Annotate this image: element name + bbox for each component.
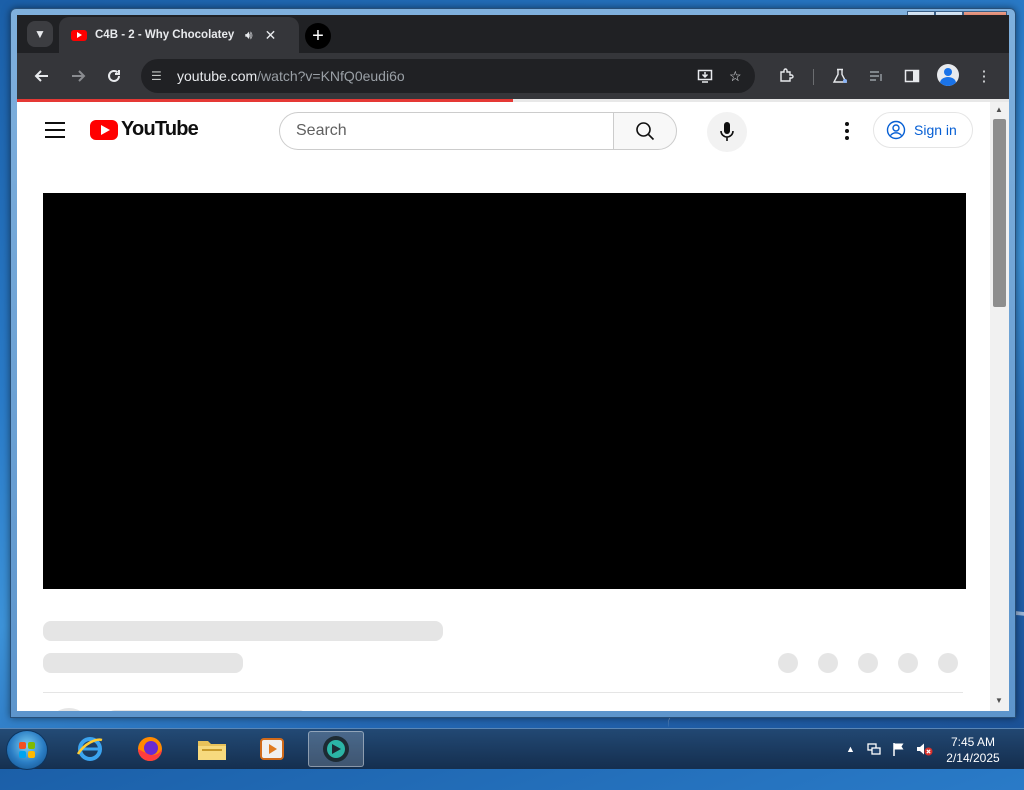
microphone-icon: [720, 122, 734, 141]
page-scrollbar[interactable]: ▲ ▼: [990, 102, 1009, 711]
file-explorer-taskbar-button[interactable]: [184, 731, 240, 767]
labs-flask-icon[interactable]: [829, 65, 851, 87]
web-page-viewport: YouTube Sign in: [17, 102, 1009, 711]
forward-button[interactable]: [67, 65, 89, 87]
youtube-logo[interactable]: YouTube: [90, 118, 199, 141]
tab-search-button[interactable]: ▼: [27, 21, 53, 47]
start-button[interactable]: [6, 730, 48, 770]
description-placeholder: [107, 710, 307, 711]
action-placeholder: [858, 653, 878, 673]
windows-logo-icon: [19, 742, 35, 758]
chrome-taskbar-button[interactable]: [308, 731, 364, 767]
search-icon: [636, 122, 655, 141]
settings-menu-icon[interactable]: [837, 120, 857, 142]
action-placeholder: [938, 653, 958, 673]
action-center-flag-icon[interactable]: [891, 741, 907, 760]
youtube-logo-text: YouTube: [121, 118, 199, 140]
chrome-browser: ▼ C4B - 2 - Why Chocolatey 🔊︎ ✕ + ☰ yout…: [17, 15, 1009, 711]
action-placeholder: [778, 653, 798, 673]
tab-active[interactable]: C4B - 2 - Why Chocolatey 🔊︎ ✕: [59, 17, 299, 53]
site-info-icon[interactable]: ☰: [151, 69, 167, 83]
sign-in-button[interactable]: Sign in: [873, 112, 973, 148]
plus-icon: +: [312, 24, 324, 47]
video-player[interactable]: [43, 193, 966, 589]
content-divider: [43, 692, 963, 693]
reading-list-icon[interactable]: [865, 65, 887, 87]
close-tab-icon[interactable]: ✕: [265, 27, 277, 44]
volume-muted-icon[interactable]: [915, 741, 933, 760]
firefox-icon: [138, 737, 162, 761]
side-panel-icon[interactable]: [901, 65, 923, 87]
show-hidden-icons-icon[interactable]: ▲: [846, 744, 855, 754]
reload-button[interactable]: [103, 65, 125, 87]
windows-taskbar: ▲ 7:45 AM 2/14/2025: [0, 728, 1024, 770]
address-bar[interactable]: ☰ youtube.com/watch?v=KNfQ0eudi6o ☆: [141, 59, 755, 93]
scrollbar-thumb[interactable]: [993, 119, 1006, 307]
speaker-icon[interactable]: 🔊︎: [245, 28, 253, 43]
browser-toolbar: ☰ youtube.com/watch?v=KNfQ0eudi6o ☆ ⋮: [17, 53, 1009, 99]
folder-icon: [198, 741, 226, 760]
youtube-play-logo-icon: [90, 119, 118, 140]
new-tab-button[interactable]: +: [305, 23, 331, 49]
bookmark-star-icon[interactable]: ☆: [729, 68, 742, 85]
install-app-icon[interactable]: [697, 68, 713, 87]
youtube-favicon-icon: [71, 29, 87, 41]
sign-in-label: Sign in: [914, 122, 957, 138]
scroll-down-icon[interactable]: ▼: [995, 696, 1003, 705]
network-icon[interactable]: [866, 741, 882, 760]
app-circle-icon: [323, 736, 349, 762]
back-button[interactable]: [31, 65, 53, 87]
media-player-taskbar-button[interactable]: [244, 731, 300, 767]
arrow-right-icon: [72, 70, 86, 82]
extensions-icon[interactable]: [775, 65, 797, 87]
search-input[interactable]: [279, 112, 613, 150]
toolbar-separator: [813, 69, 814, 85]
action-placeholder: [818, 653, 838, 673]
system-clock[interactable]: 7:45 AM 2/14/2025: [940, 734, 1006, 766]
browser-window: ─ □ ✕ ▼ C4B - 2 - Why Chocolatey 🔊︎ ✕ +: [10, 8, 1016, 718]
search-button[interactable]: [613, 112, 677, 150]
clock-date: 2/14/2025: [946, 751, 1000, 765]
account-circle-icon: [886, 120, 906, 140]
search-box: [279, 112, 677, 150]
media-player-icon: [260, 738, 284, 760]
channel-placeholder: [43, 653, 243, 673]
action-placeholder: [898, 653, 918, 673]
reload-icon: [108, 69, 120, 82]
voice-search-button[interactable]: [707, 112, 747, 152]
profile-avatar-icon[interactable]: [937, 64, 959, 86]
internet-explorer-icon: [76, 737, 103, 761]
firefox-taskbar-button[interactable]: [122, 731, 178, 767]
scroll-up-icon[interactable]: ▲: [995, 105, 1003, 114]
chevron-down-icon: ▼: [34, 27, 46, 41]
title-placeholder: [43, 621, 443, 641]
guide-menu-icon[interactable]: [45, 122, 65, 138]
chrome-menu-icon[interactable]: ⋮: [973, 65, 995, 87]
tab-strip: ▼ C4B - 2 - Why Chocolatey 🔊︎ ✕ +: [17, 15, 1009, 53]
arrow-left-icon: [34, 70, 48, 82]
clock-time: 7:45 AM: [950, 735, 996, 749]
url-text: youtube.com/watch?v=KNfQ0eudi6o: [177, 68, 405, 84]
internet-explorer-taskbar-button[interactable]: [62, 731, 118, 767]
tab-title: C4B - 2 - Why Chocolatey: [95, 29, 235, 41]
avatar-placeholder: [47, 708, 91, 711]
